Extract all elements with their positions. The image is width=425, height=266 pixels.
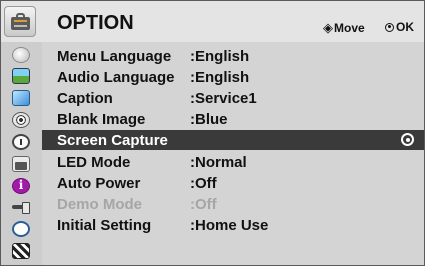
menu-header: OPTION ◈ Move OK: [1, 1, 424, 42]
option-icon[interactable]: [12, 156, 30, 172]
menu-item-label: Menu Language: [57, 48, 172, 65]
menu-item-label: Screen Capture: [57, 132, 168, 149]
option-toolbox-icon: [4, 6, 36, 37]
clapperboard-icon[interactable]: [12, 243, 30, 259]
menu-item-auto-power[interactable]: Auto Power :Off: [42, 173, 424, 193]
input-plug-icon[interactable]: [12, 199, 30, 215]
menu-item-value: :Normal: [190, 154, 247, 171]
menu-item-label: Audio Language: [57, 69, 175, 86]
menu-item-label: LED Mode: [57, 154, 131, 171]
menu-item-label: Auto Power: [57, 175, 141, 192]
navigation-arrows-icon: ◈: [323, 20, 333, 35]
menu-item-caption[interactable]: Caption :Service1: [42, 88, 424, 108]
menu-item-led-mode[interactable]: LED Mode :Normal: [42, 152, 424, 172]
ok-hint: OK: [385, 20, 414, 34]
option-menu-window: OPTION ◈ Move OK Menu Language :English …: [0, 0, 425, 266]
info-icon[interactable]: [12, 178, 30, 194]
menu-item-value: :Blue: [190, 111, 228, 128]
menu-item-value: :Service1: [190, 90, 257, 107]
move-hint: ◈ Move: [323, 20, 365, 36]
menu-item-demo-mode: Demo Mode :Off: [42, 194, 424, 214]
menu-item-menu-language[interactable]: Menu Language :English: [42, 46, 424, 66]
menu-item-audio-language[interactable]: Audio Language :English: [42, 67, 424, 87]
menu-item-label: Caption: [57, 90, 113, 107]
menu-title: OPTION: [57, 12, 134, 34]
menu-item-value: :Off: [190, 175, 217, 192]
timer-icon[interactable]: [12, 221, 30, 237]
menu-item-initial-setting[interactable]: Initial Setting :Home Use: [42, 215, 424, 235]
menu-item-value: :Off: [190, 196, 217, 213]
menu-item-value: :English: [190, 48, 250, 65]
menu-category-sidebar: [1, 42, 42, 265]
ok-button-icon: [385, 22, 394, 32]
menu-item-screen-capture[interactable]: Screen Capture: [42, 130, 424, 150]
disc-icon[interactable]: [12, 112, 30, 128]
screen-icon[interactable]: [12, 90, 30, 106]
ok-hint-label: OK: [396, 20, 414, 34]
menu-item-label: Demo Mode: [57, 196, 143, 213]
clock-icon[interactable]: [12, 134, 30, 150]
move-hint-label: Move: [334, 21, 365, 35]
radio-selected-icon: [401, 133, 414, 146]
menu-item-label: Initial Setting: [57, 217, 152, 234]
menu-item-label: Blank Image: [57, 111, 146, 128]
picture-icon[interactable]: [12, 68, 30, 84]
menu-item-value: :English: [190, 69, 250, 86]
menu-item-blank-image[interactable]: Blank Image :Blue: [42, 109, 424, 129]
satellite-dish-icon[interactable]: [12, 47, 30, 63]
menu-item-value: :Home Use: [190, 217, 269, 234]
